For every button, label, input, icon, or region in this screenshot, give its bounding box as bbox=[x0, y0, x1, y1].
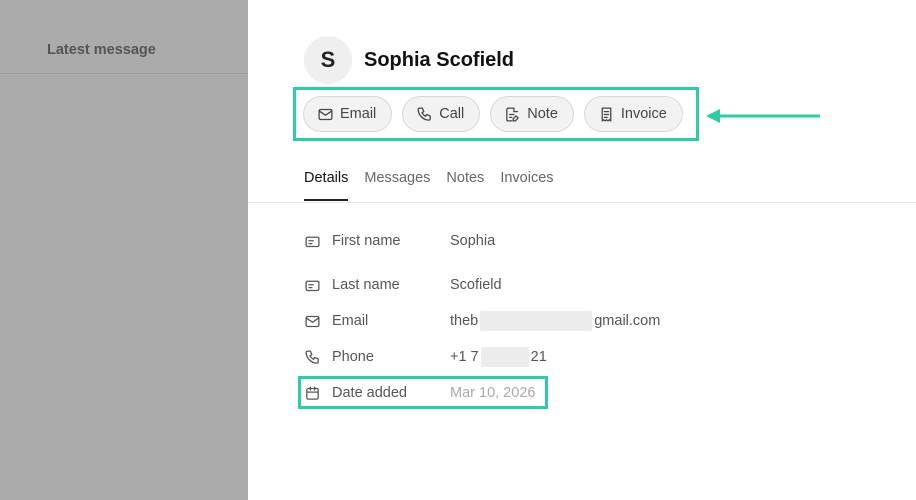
phone-icon bbox=[417, 106, 432, 121]
mail-icon bbox=[305, 315, 320, 327]
contact-name: Sophia Scofield bbox=[364, 48, 515, 71]
tab-invoices[interactable]: Invoices bbox=[500, 170, 553, 201]
note-button[interactable]: Note bbox=[490, 96, 574, 132]
tabs-divider bbox=[248, 202, 916, 203]
last-name-value[interactable]: Scofield bbox=[450, 277, 502, 293]
redacted-block bbox=[480, 311, 593, 331]
call-button-label: Call bbox=[439, 106, 465, 122]
last-name-row: Last name Scofield bbox=[304, 275, 502, 295]
first-name-label: First name bbox=[332, 233, 401, 249]
note-icon bbox=[506, 106, 520, 122]
email-row: Email theb gmail.com bbox=[304, 311, 660, 331]
email-button[interactable]: Email bbox=[303, 96, 393, 132]
email-value-suffix: gmail.com bbox=[594, 312, 661, 329]
phone-value[interactable]: +1 7 21 bbox=[450, 347, 547, 367]
email-label: Email bbox=[332, 313, 369, 329]
phone-icon bbox=[305, 349, 319, 364]
tab-notes[interactable]: Notes bbox=[446, 170, 484, 201]
invoice-button[interactable]: Invoice bbox=[583, 96, 683, 132]
note-button-label: Note bbox=[527, 106, 558, 122]
avatar: S bbox=[304, 36, 352, 84]
action-buttons-highlight: Email Call Note Invoice bbox=[293, 87, 699, 141]
phone-value-suffix: 21 bbox=[530, 348, 547, 365]
contact-detail-panel: S Sophia Scofield Email Call Note Invoic… bbox=[248, 0, 916, 500]
id-card-icon bbox=[305, 236, 320, 247]
annotation-arrow-icon bbox=[706, 109, 820, 123]
latest-message-column-header[interactable]: Latest message bbox=[47, 42, 156, 58]
invoice-button-label: Invoice bbox=[620, 106, 667, 122]
call-button[interactable]: Call bbox=[402, 96, 481, 132]
list-header: Latest message bbox=[0, 0, 248, 74]
redacted-block bbox=[480, 347, 529, 367]
mail-icon bbox=[318, 108, 333, 120]
email-value[interactable]: theb gmail.com bbox=[450, 311, 660, 331]
last-name-label: Last name bbox=[332, 277, 400, 293]
date-added-value: Mar 10, 2026 bbox=[450, 385, 536, 401]
phone-label: Phone bbox=[332, 349, 374, 365]
id-card-icon bbox=[305, 280, 320, 291]
receipt-icon bbox=[601, 106, 612, 122]
first-name-value[interactable]: Sophia bbox=[450, 233, 495, 249]
contact-header: S Sophia Scofield bbox=[304, 36, 514, 84]
email-value-prefix: theb bbox=[450, 312, 479, 329]
contacts-list-panel: Latest message bbox=[0, 0, 248, 500]
date-added-label: Date added bbox=[332, 385, 407, 401]
detail-tabs: Details Messages Notes Invoices bbox=[304, 170, 554, 201]
tab-messages[interactable]: Messages bbox=[364, 170, 430, 201]
calendar-icon bbox=[306, 385, 319, 400]
email-button-label: Email bbox=[340, 106, 377, 122]
tab-details[interactable]: Details bbox=[304, 170, 349, 201]
phone-row: Phone +1 7 21 bbox=[304, 347, 547, 367]
date-added-row: Date added Mar 10, 2026 bbox=[304, 383, 535, 403]
first-name-row: First name Sophia bbox=[304, 231, 495, 251]
phone-value-prefix: +1 7 bbox=[450, 348, 479, 365]
